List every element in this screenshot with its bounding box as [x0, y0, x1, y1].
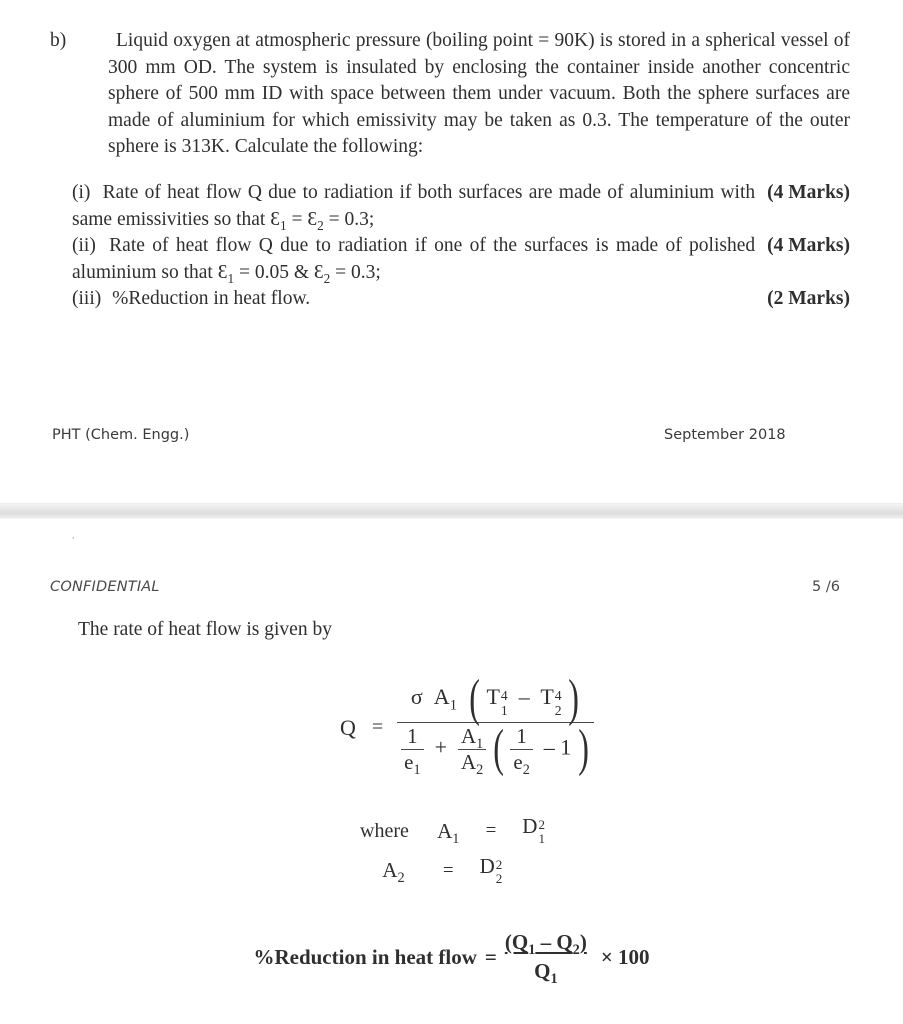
plus-sign: + [429, 734, 453, 760]
percent-reduction-label: %Reduction in heat flow [253, 944, 477, 969]
sub-question-roman-i: (i) [72, 182, 91, 203]
equation-equals-sign: = [371, 716, 384, 739]
equation-intro-text: The rate of heat flow is given by [78, 619, 332, 640]
footer-subject: PHT (Chem. Engg.) [52, 427, 190, 443]
where-left-bar-cell [427, 851, 470, 852]
a2-denominator: A2 [460, 749, 484, 779]
area-a1: A1 [428, 684, 458, 714]
sub-question-ii: (4 Marks) (ii) Rate of heat flow Q due t… [72, 233, 850, 286]
sub-question-text-ii: Rate of heat flow Q due to radiation if … [72, 235, 756, 286]
percent-reduction-formula: %Reduction in heat flow = (Q1 – Q2) Q1 ×… [0, 930, 903, 988]
where-a1: A1 [437, 818, 460, 847]
inner-one-numerator: 1 [516, 723, 527, 748]
confidential-label: CONFIDENTIAL [50, 579, 160, 595]
minus-sign: – [513, 684, 536, 710]
right-paren: ) [568, 670, 580, 727]
one-numerator: 1 [407, 723, 418, 748]
sub-question-text-iii: %Reduction in heat flow. [112, 288, 311, 309]
percent-numerator: (Q1 – Q2) [504, 930, 587, 959]
page-number: 5 /6 [812, 579, 840, 595]
e2-denominator: e2 [513, 749, 530, 779]
temperature-t2: T42 [540, 684, 562, 719]
where-a2: A2 [382, 858, 405, 887]
where-top-equals: = [485, 820, 497, 842]
one-over-e2: 1 e2 [510, 723, 533, 779]
e1-denominator: e1 [404, 749, 421, 779]
percent-multiplier: × 100 [600, 944, 650, 969]
one-over-e1: 1 e1 [401, 723, 424, 779]
sigma-symbol: σ [410, 684, 423, 710]
footer-date: September 2018 [664, 427, 786, 443]
equation-numerator: σ A1 ( T41 – T42 ) [407, 670, 584, 727]
sub-question-iii: (2 Marks) (iii) %Reduction in heat flow. [72, 286, 850, 313]
equation-fraction: σ A1 ( T41 – T42 ) 1 e1 + A1 A2 ( 1 e2 –… [397, 670, 595, 779]
marks-badge-iii: (2 Marks) [767, 288, 850, 309]
question-text: Liquid oxygen at atmospheric pressure (b… [108, 30, 850, 157]
marks-badge-ii: (4 Marks) [767, 235, 850, 256]
question-body: Liquid oxygen at atmospheric pressure (b… [108, 28, 850, 161]
where-definition-block: where A1 = D21 A2 = D22 [360, 812, 555, 890]
percent-equals-sign: = [484, 944, 497, 969]
where-label: where [360, 820, 409, 843]
main-heat-flow-equation: Q = σ A1 ( T41 – T42 ) 1 e1 + A1 A2 (1 … [0, 670, 903, 779]
sub-questions-list: (4 Marks) (i) Rate of heat flow Q due to… [72, 180, 850, 313]
left-paren: ( [469, 670, 481, 727]
where-bottom-equals: = [442, 859, 454, 881]
inner-minus-one: – 1 [538, 734, 572, 760]
document-page-one: b) Liquid oxygen at atmospheric pressure… [0, 0, 903, 503]
temperature-t1: T41 [486, 684, 508, 719]
inner-right-paren: ) [578, 720, 589, 778]
a1-over-a2: A1 A2 [457, 723, 487, 779]
percent-denominator: Q1 [534, 959, 558, 988]
page-separator-band [0, 503, 903, 519]
equation-denominator: 1 e1 + A1 A2 ( 1 e2 – 1 ) [397, 720, 594, 779]
equation-lhs-q: Q [340, 714, 356, 740]
a1-numerator: A1 [460, 723, 484, 753]
inner-left-paren: ( [492, 720, 504, 778]
where-d1-squared: D21 [522, 814, 545, 847]
scan-artifact-mark: ʼ [70, 534, 77, 548]
question-block: b) Liquid oxygen at atmospheric pressure… [50, 28, 850, 161]
page-one-footer: PHT (Chem. Engg.) September 2018 [0, 427, 903, 451]
sub-question-text-i: Rate of heat flow Q due to radiation if … [72, 182, 756, 233]
question-label: b) [50, 30, 67, 51]
percent-fraction: (Q1 – Q2) Q1 [503, 930, 589, 988]
sub-question-roman-iii: (iii) [72, 288, 102, 309]
where-right-bar-cell [512, 851, 555, 852]
where-d2-squared: D22 [479, 853, 503, 886]
marks-badge-i: (4 Marks) [767, 182, 850, 203]
sub-question-i: (4 Marks) (i) Rate of heat flow Q due to… [72, 180, 850, 233]
sub-question-roman-ii: (ii) [72, 235, 96, 256]
